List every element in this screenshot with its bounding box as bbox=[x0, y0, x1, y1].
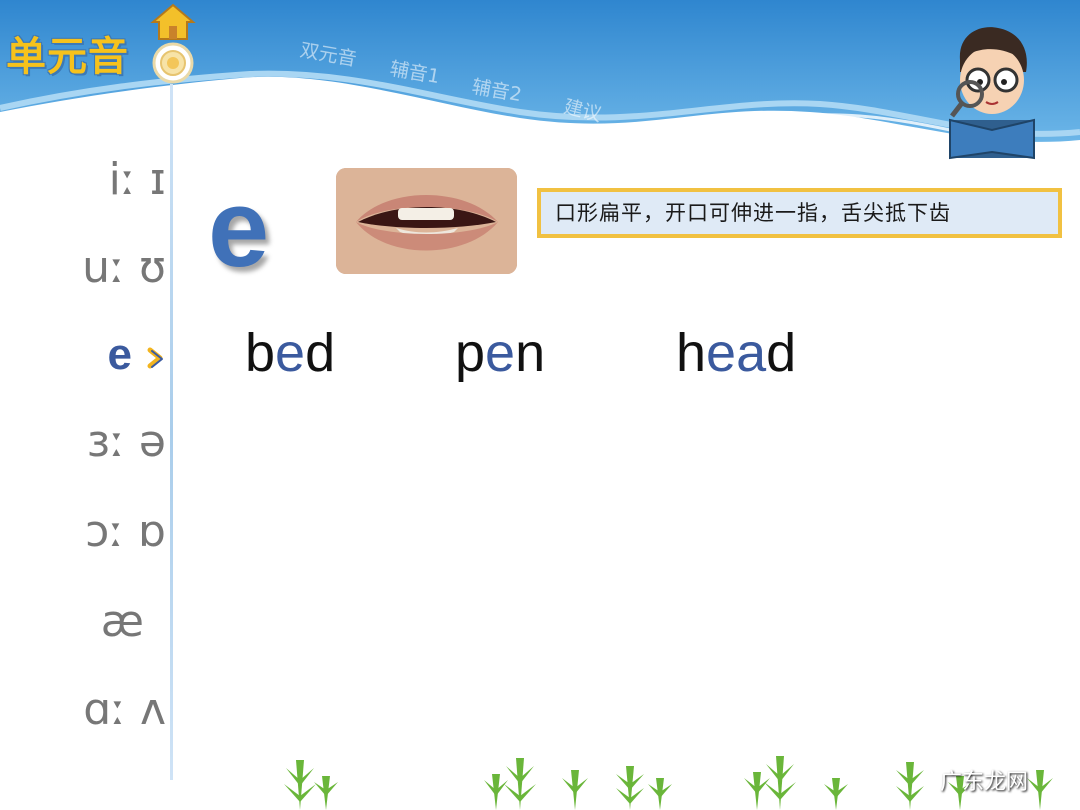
phoneme-a-long-caret[interactable]: ɑː ʌ bbox=[0, 684, 166, 735]
example-word-bed[interactable]: bed bbox=[245, 322, 335, 384]
word-text: d bbox=[305, 323, 336, 383]
mouth-shape-image bbox=[336, 168, 517, 274]
word-text: n bbox=[515, 323, 546, 383]
home-icon[interactable] bbox=[150, 2, 196, 42]
mascot-reading-icon bbox=[949, 27, 1035, 160]
site-watermark: 广东龙网 bbox=[940, 770, 1029, 795]
phoneme-u-long-short[interactable]: uː ʊ bbox=[0, 242, 166, 293]
word-text: p bbox=[455, 323, 486, 383]
target-icon bbox=[152, 42, 194, 84]
slide: 单元音 双元音 辅音1 辅音2 建议 iː ɪ uː ʊ e ɜː ə ɔː ɒ… bbox=[0, 0, 1080, 810]
word-text: b bbox=[245, 323, 276, 383]
phoneme-ae[interactable]: æ bbox=[0, 596, 144, 647]
section-nav: 双元音 辅音1 辅音2 建议 bbox=[296, 39, 636, 140]
word-highlight: ea bbox=[706, 323, 767, 383]
word-highlight: e bbox=[485, 323, 516, 383]
word-text: d bbox=[766, 323, 797, 383]
example-word-pen[interactable]: pen bbox=[455, 322, 545, 384]
tab-suggestions[interactable]: 建议 bbox=[561, 92, 604, 127]
tab-consonants-1[interactable]: 辅音1 bbox=[388, 54, 442, 89]
grass-footer-decoration bbox=[284, 756, 1053, 810]
category-title: 单元音 bbox=[6, 34, 129, 80]
tab-diphthongs[interactable]: 双元音 bbox=[298, 35, 359, 71]
phoneme-i-long-short[interactable]: iː ɪ bbox=[0, 154, 166, 205]
sidebar-divider bbox=[170, 84, 173, 780]
phoneme-o-long-short[interactable]: ɔː ɒ bbox=[0, 506, 166, 557]
phoneme-er-schwa[interactable]: ɜː ə bbox=[0, 416, 166, 467]
example-word-head[interactable]: head bbox=[676, 322, 796, 384]
tab-consonants-2[interactable]: 辅音2 bbox=[470, 72, 524, 107]
word-text: h bbox=[676, 323, 707, 383]
word-highlight: e bbox=[275, 323, 306, 383]
selected-chevron-icon bbox=[147, 347, 163, 369]
big-phoneme: e bbox=[208, 167, 270, 290]
mouth-tip-box: 口形扁平，开口可伸进一指，舌尖抵下齿 bbox=[537, 188, 1062, 238]
phoneme-e-selected[interactable]: e bbox=[0, 330, 132, 380]
